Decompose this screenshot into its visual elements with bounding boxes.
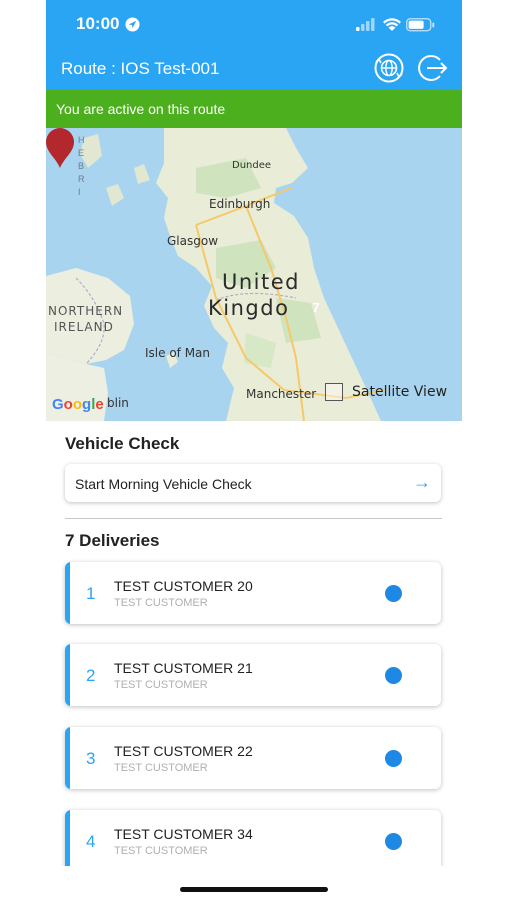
app-header: 10:00 Route : IOS Test-001 bbox=[46, 0, 462, 90]
delivery-number: 4 bbox=[86, 832, 96, 851]
delivery-card[interactable]: 3 TEST CUSTOMER 22 TEST CUSTOMER bbox=[65, 727, 441, 789]
map-label-hebrides: HEBRI bbox=[78, 135, 86, 197]
status-indicators bbox=[356, 16, 436, 32]
delivery-number: 2 bbox=[86, 666, 96, 685]
home-indicator[interactable] bbox=[180, 887, 328, 892]
map-label-isle-of-man: Isle of Man bbox=[145, 346, 211, 360]
map-label-united: United bbox=[222, 270, 300, 294]
wifi-icon bbox=[383, 18, 401, 31]
map-label-glasgow: Glasgow bbox=[167, 234, 219, 248]
delivery-number: 3 bbox=[86, 749, 96, 768]
map-label-ireland: IRELAND bbox=[54, 320, 114, 334]
vehicle-check-title: Vehicle Check bbox=[65, 434, 180, 453]
map-label-edinburgh: Edinburgh bbox=[209, 197, 271, 211]
delivery-customer-subtitle: TEST CUSTOMER bbox=[114, 679, 208, 691]
delivery-status-dot bbox=[385, 750, 402, 767]
app-screen: 10:00 Route : IOS Test-001 You are activ… bbox=[46, 0, 462, 900]
delivery-stripe bbox=[65, 562, 70, 624]
delivery-customer-name: TEST CUSTOMER 21 bbox=[114, 660, 253, 676]
satellite-toggle-checkbox[interactable] bbox=[325, 383, 343, 401]
arrow-right-icon: → bbox=[413, 472, 431, 492]
delivery-customer-name: TEST CUSTOMER 20 bbox=[114, 578, 253, 594]
section-divider bbox=[65, 518, 442, 519]
battery-icon bbox=[406, 18, 435, 32]
google-logo: Google bbox=[52, 396, 104, 413]
active-route-banner: You are active on this route bbox=[46, 90, 462, 128]
marker-count: 7 bbox=[312, 300, 320, 315]
map-label-kingdom: Kingdo bbox=[208, 296, 290, 320]
delivery-card[interactable]: 4 TEST CUSTOMER 34 TEST CUSTOMER bbox=[65, 810, 441, 872]
signal-icon bbox=[356, 18, 375, 31]
delivery-customer-name: TEST CUSTOMER 34 bbox=[114, 826, 253, 842]
delivery-cluster-marker[interactable] bbox=[46, 128, 74, 168]
start-vehicle-check-button[interactable]: Start Morning Vehicle Check → bbox=[65, 464, 441, 502]
delivery-card[interactable]: 2 TEST CUSTOMER 21 TEST CUSTOMER bbox=[65, 644, 441, 706]
map-label-dublin: blin bbox=[107, 396, 129, 410]
delivery-stripe bbox=[65, 644, 70, 706]
logout-icon[interactable] bbox=[416, 52, 448, 84]
vehicle-check-label: Start Morning Vehicle Check bbox=[75, 476, 252, 492]
active-route-text: You are active on this route bbox=[56, 101, 226, 117]
map-label-manchester: Manchester bbox=[246, 387, 317, 401]
delivery-status-dot bbox=[385, 833, 402, 850]
delivery-customer-subtitle: TEST CUSTOMER bbox=[114, 597, 208, 609]
delivery-customer-subtitle: TEST CUSTOMER bbox=[114, 845, 208, 857]
status-time: 10:00 bbox=[76, 14, 120, 33]
delivery-customer-subtitle: TEST CUSTOMER bbox=[114, 762, 208, 774]
bottom-safe-area bbox=[46, 866, 462, 900]
satellite-view-label[interactable]: Satellite View bbox=[352, 384, 447, 400]
map-label-northern: NORTHERN bbox=[48, 304, 124, 318]
route-map[interactable]: HEBRI Dundee Edinburgh Glasgow United Ki… bbox=[46, 128, 462, 421]
deliveries-title: 7 Deliveries bbox=[65, 531, 160, 550]
delivery-card[interactable]: 1 TEST CUSTOMER 20 TEST CUSTOMER bbox=[65, 562, 441, 624]
route-title: Route : IOS Test-001 bbox=[61, 59, 220, 78]
delivery-status-dot bbox=[385, 585, 402, 602]
delivery-status-dot bbox=[385, 667, 402, 684]
delivery-customer-name: TEST CUSTOMER 22 bbox=[114, 743, 253, 759]
delivery-stripe bbox=[65, 727, 70, 789]
delivery-number: 1 bbox=[86, 584, 96, 603]
globe-refresh-icon[interactable] bbox=[373, 52, 405, 84]
location-arrow-icon bbox=[125, 17, 140, 32]
delivery-stripe bbox=[65, 810, 70, 872]
map-label-dundee: Dundee bbox=[232, 160, 272, 171]
